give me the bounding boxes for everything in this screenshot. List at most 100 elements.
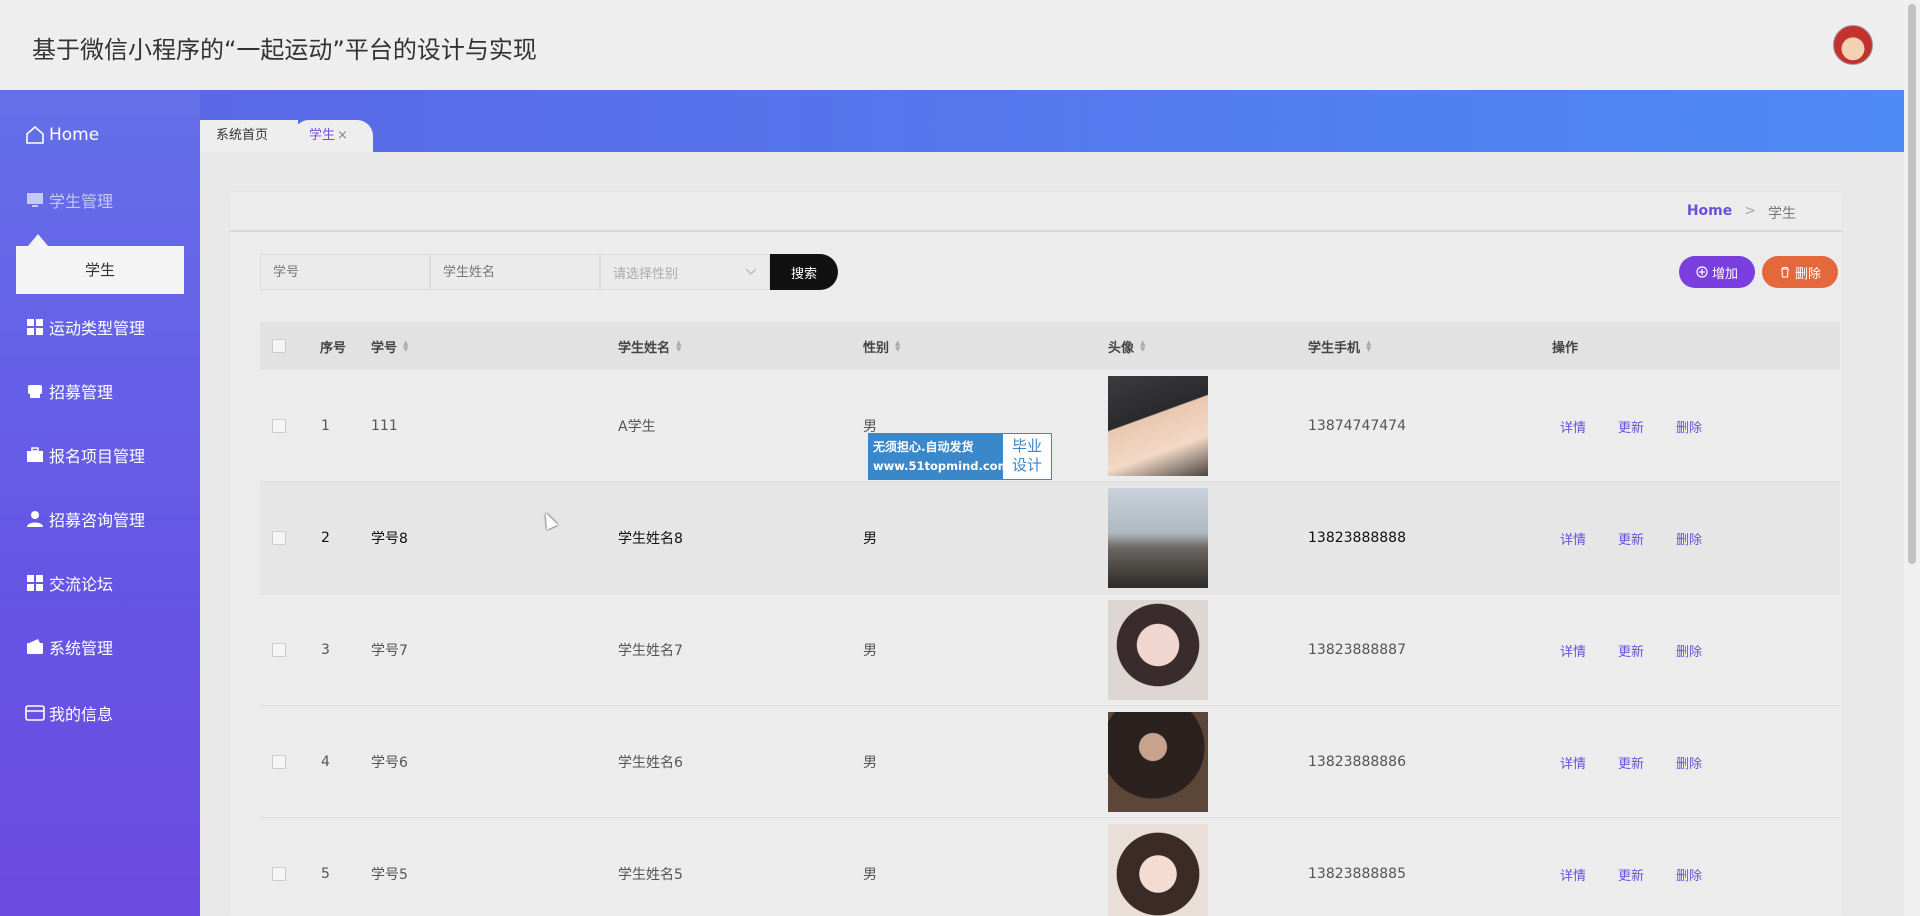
close-icon[interactable]: ×	[337, 128, 348, 143]
update-link[interactable]: 更新	[1618, 417, 1644, 436]
sort-icon[interactable]: ▲ ▼	[403, 340, 408, 353]
tab-system-home[interactable]: 系统首页	[200, 120, 298, 152]
delete-link[interactable]: 删除	[1676, 865, 1702, 884]
gender-select-placeholder: 请选择性别	[613, 266, 679, 282]
update-link[interactable]: 更新	[1618, 753, 1644, 772]
delete-button-label: 删除	[1794, 266, 1821, 282]
cell-id: 学号6	[371, 755, 408, 771]
sidebar-item-label: 我的信息	[49, 705, 114, 724]
sidebar-item-label: 系统管理	[49, 639, 114, 658]
sidebar-item-forum[interactable]: 交流论坛	[24, 568, 113, 598]
sidebar-item-system[interactable]: 系统管理	[24, 632, 113, 662]
sidebar: Home 学生管理 学生 运动类型管理 招募管理 报名项目管理 招募咨询管理 交…	[0, 90, 200, 916]
delete-link[interactable]: 删除	[1676, 641, 1702, 660]
sidebar-item-student-management[interactable]: 学生管理	[24, 185, 113, 215]
sort-icon[interactable]: ▲ ▼	[1366, 340, 1371, 353]
cell-ops: 详情 更新 删除	[1560, 594, 1734, 706]
delete-link[interactable]: 删除	[1676, 417, 1702, 436]
sidebar-item-label: Home	[49, 125, 100, 145]
detail-link[interactable]: 详情	[1560, 641, 1586, 660]
sidebar-item-home[interactable]: Home	[24, 120, 99, 150]
sidebar-item-recruitment[interactable]: 招募管理	[24, 376, 113, 406]
detail-link[interactable]: 详情	[1560, 417, 1586, 436]
select-all-checkbox[interactable]	[272, 322, 286, 370]
table-row: 5 学号5 学生姓名5 男 13823888885 详情 更新 删除	[260, 818, 1840, 916]
sidebar-item-label: 学生管理	[49, 192, 114, 211]
submenu: 学生	[16, 234, 184, 294]
app-title: 基于微信小程序的“一起运动”平台的设计与实现	[32, 36, 537, 64]
breadcrumb-separator: >	[1744, 203, 1756, 219]
sidebar-item-sport-types[interactable]: 运动类型管理	[24, 312, 145, 342]
cell-gender: 男	[863, 531, 877, 547]
submenu-item-student[interactable]: 学生	[16, 246, 184, 294]
detail-link[interactable]: 详情	[1560, 753, 1586, 772]
update-link[interactable]: 更新	[1618, 529, 1644, 548]
cell-avatar	[1108, 482, 1208, 594]
delete-button[interactable]: 删除	[1762, 256, 1838, 288]
sidebar-item-label: 运动类型管理	[49, 319, 146, 338]
gender-select[interactable]: 请选择性别	[600, 254, 770, 290]
tab-student[interactable]: 学生 ×	[293, 120, 373, 152]
watermark-line1: 无须担心.自动发货	[873, 440, 974, 454]
header-name[interactable]: 学生姓名 ▲ ▼	[618, 322, 681, 370]
row-checkbox[interactable]	[272, 370, 286, 482]
sort-icon[interactable]: ▲ ▼	[1140, 340, 1145, 353]
cell-name: A学生	[618, 419, 656, 435]
sidebar-item-consulting[interactable]: 招募咨询管理	[24, 504, 145, 534]
main-card: Home > 学生 请选择性别 搜索 增加 删除 序号 学号▲▼ 学生姓名▲▼ …	[230, 192, 1842, 916]
delete-link[interactable]: 删除	[1676, 753, 1702, 772]
cell-index: 5	[321, 866, 330, 882]
table-row: 4 学号6 学生姓名6 男 13823888886 详情 更新 删除	[260, 706, 1840, 818]
breadcrumb-bar: Home > 学生	[230, 192, 1842, 232]
watermark-right2: 设计	[1011, 456, 1042, 474]
header-id[interactable]: 学号 ▲ ▼	[371, 322, 408, 370]
avatar-image	[1108, 376, 1208, 476]
row-checkbox[interactable]	[272, 482, 286, 594]
cell-ops: 详情 更新 删除	[1560, 706, 1734, 818]
page-scrollbar[interactable]	[1904, 0, 1920, 916]
header-phone[interactable]: 学生手机 ▲ ▼	[1308, 322, 1371, 370]
cell-name: 学生姓名5	[618, 867, 683, 883]
scrollbar-thumb[interactable]	[1908, 4, 1916, 564]
search-button[interactable]: 搜索	[770, 254, 838, 290]
sidebar-item-my-info[interactable]: 我的信息	[24, 698, 113, 728]
delete-link[interactable]: 删除	[1676, 529, 1702, 548]
add-button[interactable]: 增加	[1679, 256, 1755, 288]
breadcrumb-home[interactable]: Home	[1687, 203, 1732, 223]
row-checkbox[interactable]	[272, 706, 286, 818]
sort-icon[interactable]: ▲ ▼	[676, 340, 681, 353]
cell-name: 学生姓名7	[618, 643, 683, 659]
row-checkbox[interactable]	[272, 818, 286, 916]
monitor-icon	[24, 189, 46, 211]
tab-label: 学生	[309, 128, 336, 143]
trash-icon	[1780, 266, 1789, 278]
sort-icon[interactable]: ▲ ▼	[895, 340, 900, 353]
detail-link[interactable]: 详情	[1560, 529, 1586, 548]
search-row: 请选择性别 搜索	[260, 254, 838, 290]
cell-phone: 13823888887	[1308, 642, 1406, 658]
student-name-input[interactable]	[430, 254, 600, 290]
cell-ops: 详情 更新 删除	[1560, 482, 1734, 594]
header-index: 序号	[320, 340, 347, 356]
cell-index: 1	[321, 418, 330, 434]
cell-id: 学号8	[371, 531, 408, 547]
detail-link[interactable]: 详情	[1560, 865, 1586, 884]
table-row: 2 学号8 学生姓名8 男 13823888888 详情 更新 删除	[260, 482, 1840, 594]
header-gender[interactable]: 性别 ▲ ▼	[863, 322, 900, 370]
sidebar-item-registration[interactable]: 报名项目管理	[24, 440, 145, 470]
avatar-image	[1108, 824, 1208, 916]
cell-phone: 13874747474	[1308, 418, 1406, 434]
chevron-down-icon	[745, 265, 757, 280]
user-avatar[interactable]	[1833, 25, 1873, 65]
avatar-image	[1108, 488, 1208, 588]
row-checkbox[interactable]	[272, 594, 286, 706]
update-link[interactable]: 更新	[1618, 865, 1644, 884]
sidebar-item-label: 交流论坛	[49, 575, 114, 594]
cell-gender: 男	[863, 755, 877, 771]
cell-phone: 13823888888	[1308, 530, 1406, 546]
header-avatar[interactable]: 头像 ▲ ▼	[1108, 322, 1145, 370]
cell-id: 学号7	[371, 643, 408, 659]
breadcrumb: Home > 学生	[1687, 203, 1796, 223]
update-link[interactable]: 更新	[1618, 641, 1644, 660]
student-id-input[interactable]	[260, 254, 430, 290]
